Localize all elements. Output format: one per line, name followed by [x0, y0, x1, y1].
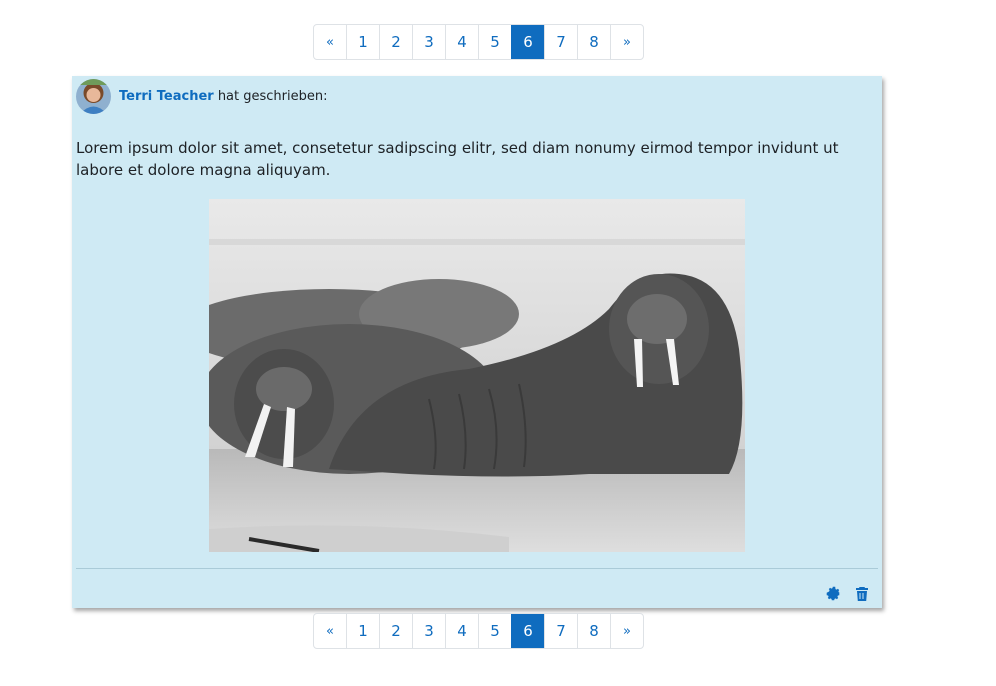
page-link-8[interactable]: 8 — [577, 614, 610, 648]
prev-page-link[interactable]: « — [314, 25, 346, 59]
post-header: Terri Teacher hat geschrieben: — [76, 79, 328, 114]
page-link-3[interactable]: 3 — [412, 614, 445, 648]
page-link-6-current[interactable]: 6 — [511, 614, 544, 648]
post-divider — [76, 568, 878, 569]
next-page-link[interactable]: » — [610, 25, 643, 59]
page-link-7[interactable]: 7 — [544, 614, 577, 648]
trash-icon[interactable] — [854, 586, 870, 602]
author-name-link[interactable]: Terri Teacher — [119, 89, 214, 104]
page-link-4[interactable]: 4 — [445, 614, 478, 648]
page-link-1[interactable]: 1 — [346, 614, 379, 648]
author-avatar[interactable] — [76, 79, 111, 114]
post-body: Lorem ipsum dolor sit amet, consetetur s… — [76, 139, 839, 179]
page-link-4[interactable]: 4 — [445, 25, 478, 59]
post-actions — [826, 586, 870, 602]
page-link-5[interactable]: 5 — [478, 614, 511, 648]
page-link-2[interactable]: 2 — [379, 614, 412, 648]
page-link-5[interactable]: 5 — [478, 25, 511, 59]
post-author-line: Terri Teacher hat geschrieben: — [119, 89, 328, 104]
gear-icon[interactable] — [826, 586, 842, 602]
walrus-photo — [209, 199, 745, 552]
page-link-8[interactable]: 8 — [577, 25, 610, 59]
pagination-top: « 1 2 3 4 5 6 7 8 » — [313, 24, 644, 60]
page-link-7[interactable]: 7 — [544, 25, 577, 59]
page-link-1[interactable]: 1 — [346, 25, 379, 59]
next-page-link[interactable]: » — [610, 614, 643, 648]
page-link-3[interactable]: 3 — [412, 25, 445, 59]
author-suffix: hat geschrieben: — [213, 89, 328, 104]
pagination-bottom: « 1 2 3 4 5 6 7 8 » — [313, 613, 644, 649]
prev-page-link[interactable]: « — [314, 614, 346, 648]
page-link-2[interactable]: 2 — [379, 25, 412, 59]
forum-post: Terri Teacher hat geschrieben: Lorem ips… — [72, 76, 882, 608]
page-link-6-current[interactable]: 6 — [511, 25, 544, 59]
